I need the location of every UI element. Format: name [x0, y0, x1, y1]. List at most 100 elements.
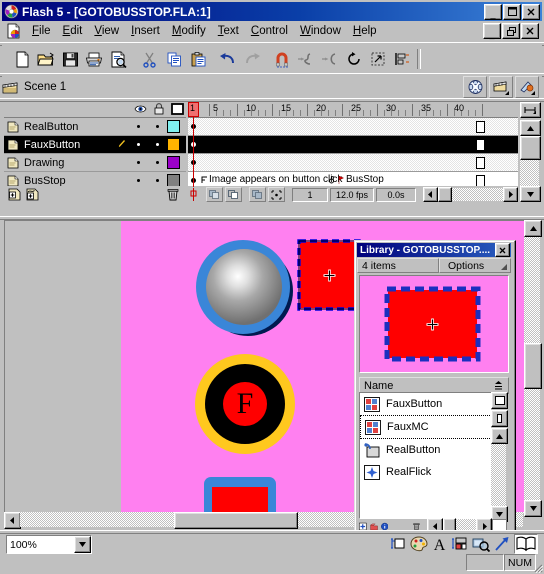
- layer-lock-dot[interactable]: [156, 143, 159, 146]
- edit-multiple-frames-icon[interactable]: [249, 187, 266, 202]
- copy-icon[interactable]: [162, 47, 186, 71]
- mdi-minimize-button[interactable]: _: [483, 23, 501, 39]
- delete-layer-trash-icon[interactable]: [167, 188, 179, 201]
- menu-text[interactable]: Text: [212, 23, 245, 39]
- scroll-thumb[interactable]: [438, 187, 452, 202]
- mdi-restore-button[interactable]: [502, 23, 520, 39]
- instance-panel-icon[interactable]: [451, 536, 468, 552]
- layer-visibility-dot[interactable]: [137, 179, 140, 182]
- movie-explorer-icon[interactable]: [472, 536, 490, 552]
- frame-row[interactable]: Image appears on button click BusStop: [188, 172, 518, 186]
- eye-visibility-icon[interactable]: [134, 104, 147, 114]
- print-icon[interactable]: [82, 47, 106, 71]
- library-item-list[interactable]: FauxButton FauxMC RealButton RealFlick: [359, 392, 493, 519]
- menu-view[interactable]: View: [88, 23, 125, 39]
- edit-movie-globe-icon[interactable]: [463, 76, 487, 98]
- stage-scroll-up-arrow[interactable]: [524, 220, 542, 237]
- onion-skin-outlines-icon[interactable]: [225, 187, 242, 202]
- align-icon[interactable]: [390, 47, 414, 71]
- cut-scissors-icon[interactable]: [138, 47, 162, 71]
- save-disk-icon[interactable]: [58, 47, 82, 71]
- layer-color-swatch[interactable]: [167, 174, 180, 186]
- frame-row[interactable]: [188, 118, 518, 136]
- modify-onion-markers-icon[interactable]: [189, 188, 198, 201]
- maximize-button[interactable]: [503, 3, 521, 20]
- add-layer-icon[interactable]: [8, 188, 21, 201]
- layer-visibility-dot[interactable]: [137, 125, 140, 128]
- timeline-hscrollbar[interactable]: [423, 187, 518, 202]
- new-file-icon[interactable]: [10, 47, 34, 71]
- frame-row[interactable]: [188, 154, 518, 172]
- layer-row[interactable]: Drawing: [4, 154, 186, 172]
- layer-row[interactable]: RealButton: [4, 118, 186, 136]
- close-button[interactable]: [522, 3, 540, 20]
- scroll-right-arrow[interactable]: [503, 187, 518, 202]
- resize-grip[interactable]: [531, 561, 543, 573]
- frame-row[interactable]: [188, 136, 518, 154]
- character-panel-icon[interactable]: A: [432, 536, 447, 552]
- library-scroll-up-arrow[interactable]: [491, 428, 508, 444]
- layer-visibility-dot[interactable]: [137, 161, 140, 164]
- stage-vscroll-thumb[interactable]: [524, 343, 542, 389]
- paste-icon[interactable]: [186, 47, 210, 71]
- library-panel-icon[interactable]: [514, 534, 538, 554]
- edit-symbol-icon[interactable]: [515, 76, 539, 98]
- layer-color-swatch[interactable]: [167, 138, 180, 151]
- outline-square-icon[interactable]: [171, 103, 184, 115]
- library-item-row[interactable]: RealButton: [360, 439, 492, 461]
- stage-hscroll-thumb[interactable]: [174, 512, 298, 529]
- timeline-options-button[interactable]: [520, 102, 541, 118]
- selected-instance[interactable]: [297, 239, 361, 311]
- center-frame-icon[interactable]: [268, 187, 285, 202]
- padlock-icon[interactable]: [154, 103, 164, 115]
- print-preview-icon[interactable]: [106, 47, 130, 71]
- add-guide-layer-icon[interactable]: [26, 188, 39, 201]
- mdi-close-button[interactable]: [521, 23, 539, 39]
- stage-scroll-left-arrow[interactable]: [10, 517, 15, 524]
- scroll-left-arrow[interactable]: [423, 187, 438, 202]
- rotate-icon[interactable]: [342, 47, 366, 71]
- library-list-scrollbar[interactable]: [491, 392, 508, 522]
- layer-color-swatch[interactable]: [167, 120, 180, 133]
- frames-grid[interactable]: Image appears on button click BusStop: [188, 118, 518, 186]
- mixer-palette-icon[interactable]: [410, 536, 428, 552]
- menu-window[interactable]: Window: [294, 23, 347, 39]
- library-close-button[interactable]: [495, 243, 510, 257]
- scroll-down-arrow[interactable]: [520, 186, 541, 202]
- minimize-button[interactable]: _: [484, 3, 502, 20]
- menu-insert[interactable]: Insert: [125, 23, 166, 39]
- sort-order-icon[interactable]: [493, 380, 504, 391]
- layer-lock-dot[interactable]: [156, 179, 159, 182]
- layer-visibility-dot[interactable]: [137, 143, 140, 146]
- edit-scene-icon[interactable]: [489, 76, 513, 98]
- layer-lock-dot[interactable]: [156, 125, 159, 128]
- timeline-vscrollbar[interactable]: [520, 102, 541, 202]
- menu-file[interactable]: File: [26, 23, 57, 39]
- onion-skin-icon[interactable]: [206, 187, 223, 202]
- stage-scroll-down-arrow[interactable]: [524, 500, 542, 517]
- faux-button-f[interactable]: F: [192, 351, 298, 457]
- scroll-up-arrow[interactable]: [520, 120, 541, 136]
- layer-lock-dot[interactable]: [156, 161, 159, 164]
- scroll-thumb-vertical[interactable]: [520, 136, 541, 160]
- library-title-bar[interactable]: Library - GOTOBUSSTOP....: [357, 243, 511, 257]
- library-item-row[interactable]: FauxButton: [360, 393, 492, 415]
- menu-edit[interactable]: Edit: [57, 23, 89, 39]
- gray-gradient-ball[interactable]: [186, 235, 304, 345]
- fps-field[interactable]: 12.0 fps: [330, 187, 374, 202]
- layer-row[interactable]: BusStop: [4, 172, 186, 186]
- library-item-row[interactable]: RealFlick: [360, 461, 492, 483]
- straighten-icon[interactable]: [318, 47, 342, 71]
- layer-color-swatch[interactable]: [167, 156, 180, 169]
- smooth-icon[interactable]: [294, 47, 318, 71]
- stage-vscrollbar[interactable]: [524, 220, 542, 517]
- chevron-down-icon[interactable]: [74, 536, 91, 553]
- menu-help[interactable]: Help: [347, 23, 383, 39]
- library-options-button[interactable]: Options: [439, 258, 511, 273]
- open-folder-icon[interactable]: [34, 47, 58, 71]
- narrow-library-view-icon[interactable]: [491, 410, 508, 427]
- library-item-row[interactable]: FauxMC: [360, 415, 492, 439]
- snap-magnet-icon[interactable]: [270, 47, 294, 71]
- timeline-ruler[interactable]: 1 5 10 15 20 25 30 35 40: [188, 102, 518, 118]
- menu-control[interactable]: Control: [245, 23, 294, 39]
